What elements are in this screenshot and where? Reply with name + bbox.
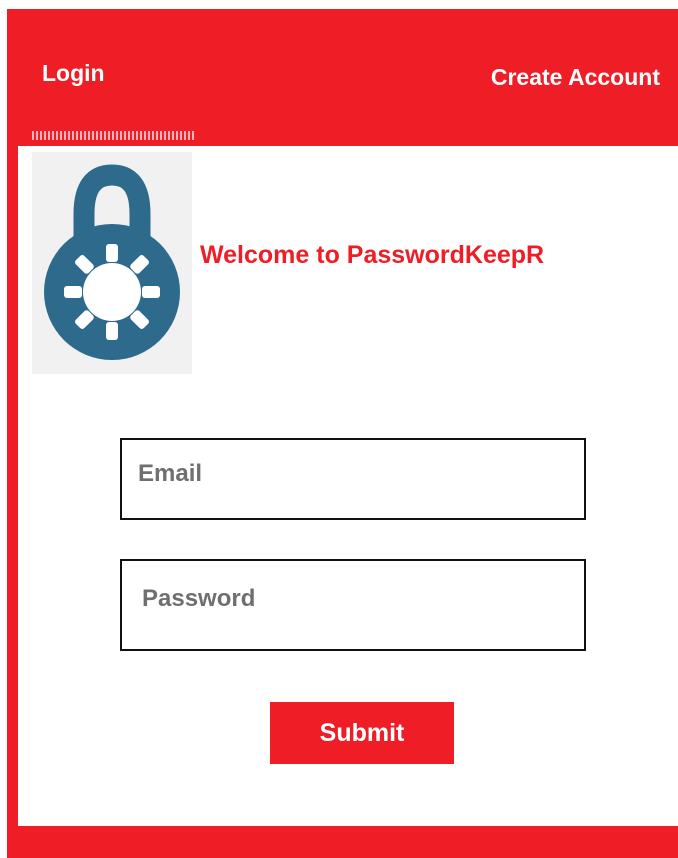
create-account-link[interactable]: Create Account [491,64,660,91]
padlock-icon [44,164,180,360]
password-field[interactable] [122,561,584,649]
email-field[interactable] [122,440,584,518]
broken-image-strip [32,131,194,140]
email-field-wrapper [120,438,586,520]
welcome-heading: Welcome to PasswordKeepR [200,241,545,269]
password-field-wrapper [120,559,586,651]
logo [32,152,192,374]
login-link[interactable]: Login [42,60,105,87]
submit-button[interactable]: Submit [270,702,454,764]
